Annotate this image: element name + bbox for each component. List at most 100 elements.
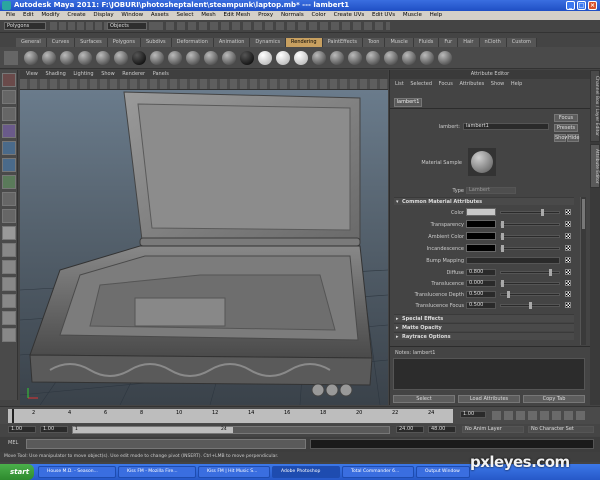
objects-field[interactable]: Objects (107, 22, 147, 30)
soft-mod-icon[interactable] (2, 192, 16, 206)
show-button[interactable]: Show (554, 134, 569, 142)
layout-side-icon[interactable] (2, 260, 16, 274)
layout-single-icon[interactable] (2, 226, 16, 240)
minimize-button[interactable]: _ (566, 1, 575, 10)
menu-muscle[interactable]: Muscle (403, 12, 422, 18)
ae-menu-show[interactable]: Show (491, 81, 505, 87)
shader-ball-icon[interactable] (150, 51, 164, 65)
hide-button[interactable]: Hide (567, 134, 579, 142)
menu-select[interactable]: Select (177, 12, 194, 18)
ae-menu-list[interactable]: List (395, 81, 404, 87)
tab-attribute-editor[interactable]: Attribute Editor (590, 144, 600, 188)
shader-ball-icon[interactable] (312, 51, 326, 65)
tab-muscle[interactable]: Muscle (385, 38, 414, 47)
shader-ball-icon[interactable] (114, 51, 128, 65)
type-dropdown[interactable]: Lambert (466, 187, 516, 194)
scale-tool-icon[interactable] (2, 158, 16, 172)
copy-tab-button[interactable]: Copy Tab (523, 395, 585, 403)
tab-hair[interactable]: Hair (458, 38, 480, 47)
transparency-swatch[interactable] (466, 220, 496, 228)
last-tool-icon[interactable] (2, 209, 16, 223)
node-name-field[interactable]: lambert1 (463, 123, 549, 130)
translucence-depth-field[interactable]: 0.500 (466, 291, 496, 298)
ambient-swatch[interactable] (466, 232, 496, 240)
menu-create[interactable]: Create (67, 12, 85, 18)
menu-normals[interactable]: Normals (281, 12, 304, 18)
incandescence-swatch[interactable] (466, 244, 496, 252)
layout-graph-icon[interactable] (2, 294, 16, 308)
bump-mapping-field[interactable] (466, 257, 560, 264)
current-frame-marker[interactable] (12, 409, 14, 423)
shader-ball-icon[interactable] (366, 51, 380, 65)
translucence-slider[interactable] (500, 280, 560, 287)
tab-curves[interactable]: Curves (46, 38, 76, 47)
translucence-focus-map-button[interactable] (565, 302, 571, 308)
ambient-map-button[interactable] (565, 233, 571, 239)
viewport-panel[interactable]: View Shading Lighting Show Renderer Pane… (20, 70, 388, 405)
shader-ball-icon[interactable] (438, 51, 452, 65)
shelf-menu-icon[interactable] (4, 51, 18, 65)
menu-display[interactable]: Display (93, 12, 113, 18)
viewport-menu-lighting[interactable]: Lighting (73, 71, 93, 77)
tab-toon[interactable]: Toon (362, 38, 386, 47)
shader-ball-icon[interactable] (384, 51, 398, 65)
transparency-map-button[interactable] (565, 221, 571, 227)
menu-edit-uvs[interactable]: Edit UVs (372, 12, 395, 18)
range-handle[interactable]: 1 24 (73, 427, 233, 433)
node-tab-lambert1[interactable]: lambert1 (394, 98, 422, 107)
shader-ball-icon[interactable] (204, 51, 218, 65)
translucence-focus-slider[interactable] (500, 302, 560, 309)
select-tool-icon[interactable] (2, 73, 16, 87)
viewport-menu-panels[interactable]: Panels (153, 71, 169, 77)
color-map-button[interactable] (565, 209, 571, 215)
shader-ball-icon[interactable] (348, 51, 362, 65)
tab-channel-box[interactable]: Channel Box / Layer Editor (590, 70, 600, 142)
taskbar-item[interactable]: Total Commander 6... (342, 466, 414, 478)
translucence-depth-slider[interactable] (500, 291, 560, 298)
tab-surfaces[interactable]: Surfaces (75, 38, 108, 47)
anim-layer-dropdown[interactable]: No Anim Layer (462, 426, 524, 433)
incandescence-map-button[interactable] (565, 245, 571, 251)
ae-menu-attributes[interactable]: Attributes (460, 81, 485, 87)
shader-ball-icon[interactable] (24, 51, 38, 65)
bump-map-button[interactable] (565, 257, 571, 263)
ae-menu-focus[interactable]: Focus (439, 81, 453, 87)
shader-ball-icon[interactable] (276, 51, 290, 65)
menu-help[interactable]: Help (430, 12, 443, 18)
ae-scroll-thumb[interactable] (582, 199, 585, 229)
menu-edit-mesh[interactable]: Edit Mesh (223, 12, 250, 18)
taskbar-item[interactable]: Kiss FM - Mozilla Fire... (118, 466, 196, 478)
tab-polygons[interactable]: Polygons (107, 38, 141, 47)
close-button[interactable]: × (588, 1, 597, 10)
shader-ball-icon[interactable] (294, 51, 308, 65)
shader-ball-icon[interactable] (186, 51, 200, 65)
color-swatch[interactable] (466, 208, 496, 216)
menu-modify[interactable]: Modify (41, 12, 59, 18)
menu-edit[interactable]: Edit (23, 12, 34, 18)
section-raytrace-options[interactable]: Raytrace Options (394, 332, 574, 341)
viewport-menu-view[interactable]: View (26, 71, 38, 77)
shader-ball-icon[interactable] (96, 51, 110, 65)
viewport-toolbar[interactable] (20, 79, 388, 90)
timeline-track[interactable]: 2 4 6 8 10 12 14 16 18 20 22 24 (8, 409, 453, 423)
viewport-menu-renderer[interactable]: Renderer (122, 71, 145, 77)
shader-ball-icon[interactable] (420, 51, 434, 65)
maximize-button[interactable]: □ (577, 1, 586, 10)
layout-four-icon[interactable] (2, 243, 16, 257)
tab-dynamics[interactable]: Dynamics (250, 38, 287, 47)
shader-ball-icon[interactable] (222, 51, 236, 65)
incandescence-slider[interactable] (500, 245, 560, 252)
section-special-effects[interactable]: Special Effects (394, 314, 574, 323)
viewport-menu-shading[interactable]: Shading (45, 71, 65, 77)
lasso-tool-icon[interactable] (2, 90, 16, 104)
tab-fur[interactable]: Fur (439, 38, 459, 47)
status-tool-icons[interactable] (155, 22, 390, 30)
start-button[interactable]: start (0, 464, 34, 480)
end-time-field[interactable]: 48.00 (428, 426, 456, 433)
layout-outliner-icon[interactable] (2, 277, 16, 291)
shader-ball-icon[interactable] (240, 51, 254, 65)
tab-fluids[interactable]: Fluids (413, 38, 440, 47)
start-time-field[interactable]: 1.00 (8, 426, 36, 433)
tab-subdivs[interactable]: Subdivs (141, 38, 172, 47)
presets-button[interactable]: Presets (554, 124, 578, 132)
